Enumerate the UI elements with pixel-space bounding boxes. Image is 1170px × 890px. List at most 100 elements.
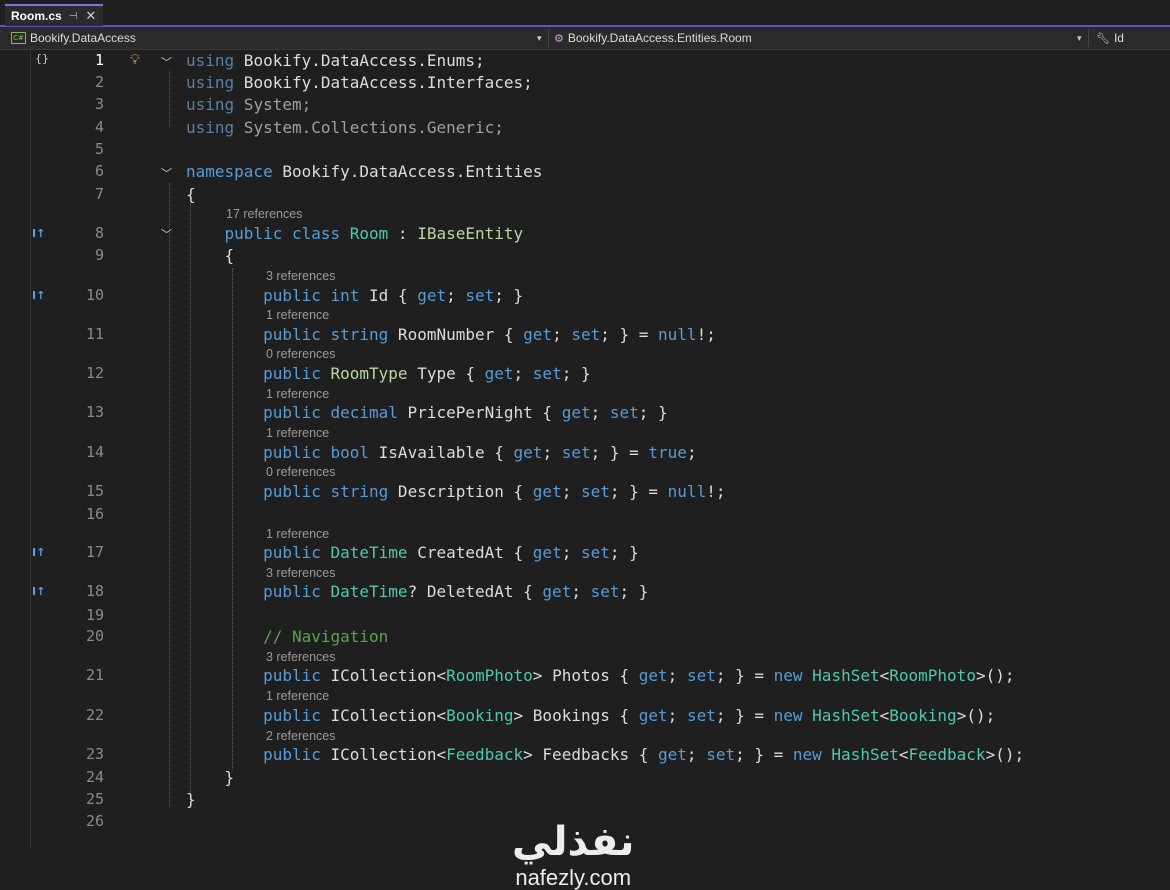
fold-chevron-icon[interactable]: ﹀: [161, 165, 172, 181]
implementation-icon[interactable]: I↑: [32, 546, 54, 560]
chevron-down-icon[interactable]: ▾: [537, 27, 542, 49]
code-line[interactable]: public ICollection<Feedback> Feedbacks {…: [186, 745, 1024, 764]
lightbulb-icon[interactable]: 💡︎: [130, 51, 140, 68]
code-token: public: [186, 364, 331, 383]
codelens-line-22[interactable]: 1 reference: [266, 689, 329, 703]
code-line[interactable]: public string RoomNumber { get; set; } =…: [186, 325, 716, 344]
pin-icon[interactable]: ⊣: [69, 11, 78, 22]
code-token: Bookify.DataAccess.Interfaces;: [234, 73, 533, 92]
code-token: ICollection<: [330, 666, 447, 685]
code-line[interactable]: using Bookify.DataAccess.Enums;: [186, 51, 485, 70]
code-line[interactable]: namespace Bookify.DataAccess.Entities: [186, 162, 542, 181]
type-dropdown[interactable]: ⚙ Bookify.DataAccess.Entities.Room: [554, 27, 752, 49]
code-line[interactable]: public string Description { get; set; } …: [186, 482, 725, 501]
project-dropdown[interactable]: C# Bookify.DataAccess: [11, 27, 136, 49]
code-line[interactable]: public class Room : IBaseEntity: [186, 224, 524, 243]
code-token: ;: [590, 403, 610, 422]
line-number: 10: [85, 286, 104, 304]
tab-title[interactable]: Room.cs: [11, 9, 62, 23]
code-token: set: [580, 543, 610, 562]
code-token: using: [186, 118, 235, 137]
code-line[interactable]: public decimal PricePerNight { get; set;…: [186, 403, 668, 422]
line-number: 21: [85, 666, 104, 684]
code-token: public: [186, 582, 331, 601]
line-number: 19: [85, 606, 104, 624]
code-token: public int: [186, 286, 360, 305]
project-label: Bookify.DataAccess: [30, 31, 136, 45]
code-token: RoomPhoto: [446, 666, 533, 685]
fold-chevron-icon[interactable]: ﹀: [161, 226, 172, 242]
code-token: <: [898, 745, 909, 764]
code-token: get: [484, 364, 514, 383]
line-number: 2: [94, 73, 104, 91]
codelens-line-8[interactable]: 17 references: [226, 207, 302, 221]
codelens-line-14[interactable]: 1 reference: [266, 426, 329, 440]
code-line[interactable]: // Navigation: [186, 627, 388, 646]
code-line[interactable]: using System;: [186, 95, 311, 114]
code-token: get: [638, 706, 668, 725]
code-token: ; } =: [735, 745, 793, 764]
code-token: >();: [975, 666, 1015, 685]
line-number: 25: [85, 790, 104, 808]
code-token: public decimal: [186, 403, 398, 422]
csharp-project-icon: C#: [11, 32, 26, 44]
code-token: :: [388, 224, 418, 243]
code-line[interactable]: public DateTime CreatedAt { get; set; }: [186, 543, 639, 562]
codelens-line-12[interactable]: 0 references: [266, 347, 335, 361]
code-token: > Bookings {: [513, 706, 639, 725]
codelens-line-13[interactable]: 1 reference: [266, 387, 329, 401]
code-token: }: [186, 790, 196, 809]
code-line[interactable]: using Bookify.DataAccess.Interfaces;: [186, 73, 533, 92]
chevron-down-icon[interactable]: ▾: [1077, 27, 1082, 49]
implementation-icon[interactable]: I↑: [32, 585, 54, 599]
code-token: using: [186, 95, 235, 114]
code-token: public bool: [186, 443, 370, 462]
quick-actions-icon[interactable]: {}: [35, 52, 57, 66]
member-dropdown[interactable]: 🔧︎ Id: [1096, 27, 1124, 49]
code-token: new: [773, 666, 813, 685]
code-token: >();: [985, 745, 1025, 764]
codelens-line-10[interactable]: 3 references: [266, 269, 335, 283]
code-editor[interactable]: 💡︎ {} 17 references 3 references 1 refer…: [0, 50, 1170, 890]
codelens-line-21[interactable]: 3 references: [266, 650, 335, 664]
code-line[interactable]: public int Id { get; set; }: [186, 286, 523, 305]
member-label: Id: [1113, 31, 1124, 45]
line-number: 1: [94, 51, 104, 69]
code-line[interactable]: public ICollection<RoomPhoto> Photos { g…: [186, 666, 1014, 685]
code-line[interactable]: {: [186, 185, 196, 204]
watermark-latin: nafezly.com: [515, 865, 632, 890]
code-token: RoomNumber {: [388, 325, 524, 344]
code-line[interactable]: public bool IsAvailable { get; set; } = …: [186, 443, 697, 462]
codelens-line-17[interactable]: 1 reference: [266, 527, 329, 541]
implementation-icon[interactable]: I↑: [32, 227, 54, 241]
codelens-line-11[interactable]: 1 reference: [266, 308, 329, 322]
codelens-line-18[interactable]: 3 references: [266, 566, 335, 580]
code-line[interactable]: public DateTime? DeletedAt { get; set; }: [186, 582, 648, 601]
code-line[interactable]: }: [186, 768, 235, 787]
codelens-line-15[interactable]: 0 references: [266, 465, 335, 479]
code-token: System.Collections.Generic;: [234, 118, 504, 137]
code-token: {: [186, 246, 235, 265]
line-number: 24: [85, 768, 104, 786]
code-line[interactable]: public ICollection<Booking> Bookings { g…: [186, 706, 995, 725]
line-number: 20: [85, 627, 104, 645]
line-number: 3: [94, 95, 104, 113]
code-line[interactable]: {: [186, 246, 235, 265]
code-token: null: [658, 325, 697, 344]
code-token: HashSet: [812, 666, 880, 685]
fold-chevron-icon[interactable]: ﹀: [161, 54, 172, 70]
code-line[interactable]: public RoomType Type { get; set; }: [186, 364, 591, 383]
line-number: 14: [85, 443, 104, 461]
codelens-line-23[interactable]: 2 references: [266, 729, 335, 743]
line-number: 6: [94, 162, 104, 180]
code-token: // Navigation: [186, 627, 389, 646]
code-token: public string: [186, 482, 389, 501]
code-token: set: [532, 364, 562, 383]
code-token: ? DeletedAt {: [407, 582, 543, 601]
tab-room-cs[interactable]: Room.cs ⊣ ✕: [5, 4, 103, 26]
close-icon[interactable]: ✕: [85, 8, 96, 24]
code-token: ;: [542, 443, 562, 462]
code-line[interactable]: using System.Collections.Generic;: [186, 118, 504, 137]
code-line[interactable]: }: [186, 790, 196, 809]
implementation-icon[interactable]: I↑: [32, 289, 54, 303]
